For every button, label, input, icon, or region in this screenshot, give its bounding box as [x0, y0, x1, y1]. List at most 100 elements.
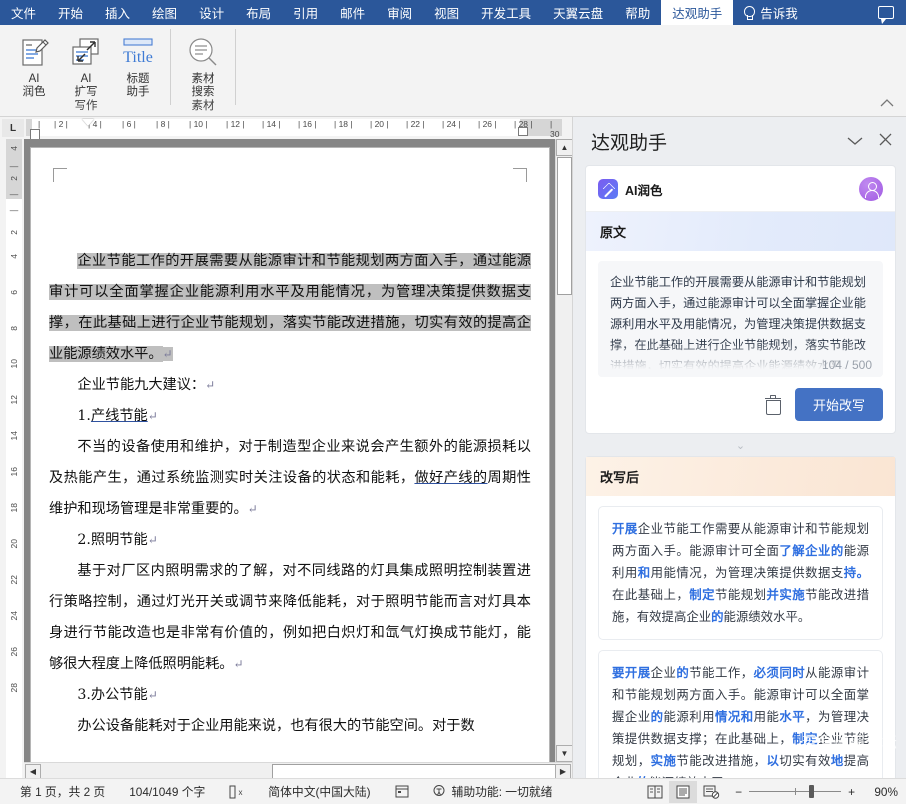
original-actions: 开始改写	[586, 377, 895, 433]
doc-text: 办公设备能耗对于企业用能来说，也有很大的节能空间。对于数	[77, 718, 475, 734]
ai-polish-button[interactable]: AI 润色	[8, 29, 60, 99]
document-vertical-scrollbar[interactable]: ▲ ▼	[555, 139, 573, 762]
right-indent-marker[interactable]	[518, 127, 528, 136]
word-count[interactable]: 104/1049 个字	[117, 783, 217, 800]
menu-tab-shitu[interactable]: 视图	[423, 0, 470, 25]
menu-tab-yinyong[interactable]: 引用	[282, 0, 329, 25]
chevron-down-icon[interactable]	[847, 134, 863, 149]
title-assistant-icon: Title	[118, 33, 158, 73]
scroll-down-button[interactable]: ▼	[556, 745, 573, 762]
document-canvas[interactable]: 企业节能工作的开展需要从能源审计和节能规划两方面入手，通过能源审计可以全面掌握企…	[24, 139, 572, 778]
title-assistant-button[interactable]: Title 标题 助手	[112, 29, 164, 99]
rewrite-result-2[interactable]: 要开展企业的节能工作，必须同时从能源审计和节能规划两方面入手。能源审计可以全面掌…	[598, 650, 883, 778]
user-avatar-icon[interactable]	[859, 177, 883, 201]
zoom-level[interactable]: 90%	[862, 785, 898, 799]
pilcrow-icon: ↵	[162, 347, 173, 361]
doc-paragraph-2[interactable]: 企业节能九大建议：↵	[49, 370, 531, 401]
doc-text: 3.办公节能	[77, 687, 148, 703]
start-rewrite-button[interactable]: 开始改写	[794, 388, 883, 421]
rewrite-result-text-1: 开展企业节能工作需要从能源审计和节能规划两方面入手。能源审计可全面了解企业的能源…	[612, 521, 870, 624]
doc-paragraph-5[interactable]: 2.照明节能↵	[49, 525, 531, 556]
menu-tab-sheji[interactable]: 设计	[188, 0, 235, 25]
doc-paragraph-4[interactable]: 不当的设备使用和维护，对于制造型企业来说会产生额外的能源损耗以及热能产生，通过系…	[49, 432, 531, 525]
zoom-slider-thumb[interactable]	[809, 785, 815, 798]
doc-paragraph-8[interactable]: 办公设备能耗对于企业用能来说，也有很大的节能空间。对于数	[49, 711, 531, 742]
dictionary-icon[interactable]	[383, 785, 421, 798]
menu-tab-charu[interactable]: 插入	[94, 0, 141, 25]
doc-paragraph-1[interactable]: 企业节能工作的开展需要从能源审计和节能规划两方面入手，通过能源审计可以全面掌握企…	[49, 246, 531, 370]
left-indent-marker[interactable]	[30, 129, 40, 139]
doc-text: 企业节能九大建议：	[77, 377, 206, 393]
menu-tab-youjian[interactable]: 邮件	[329, 0, 376, 25]
ribbon-separator-1	[170, 29, 171, 105]
print-layout-icon[interactable]	[669, 780, 698, 803]
tell-me-button[interactable]: 告诉我	[733, 0, 808, 25]
language-indicator[interactable]: 简体中文(中国大陆)	[256, 783, 382, 800]
ai-expand-button[interactable]: AI 扩写	[60, 29, 112, 99]
ai-polish-card: AI润色 原文 企业节能工作的开展需要从能源审计和节能规划两方面入手，通过能源审…	[585, 165, 896, 434]
ribbon-collapse-icon[interactable]	[880, 97, 894, 110]
menu-tab-tianyiyunpan[interactable]: 天翼云盘	[542, 0, 614, 25]
zoom-control[interactable]: − + 90%	[725, 785, 898, 799]
close-icon[interactable]	[879, 133, 892, 149]
menu-tab-buju[interactable]: 布局	[235, 0, 282, 25]
horizontal-ruler[interactable]: L | | 2 | | 4 | | 6 | | 8 | | 10 | | 12 …	[0, 117, 572, 139]
first-line-indent-marker[interactable]	[82, 119, 94, 126]
material-search-button[interactable]: 素材 搜索	[177, 29, 229, 99]
accessibility-label: 辅助功能: 一切就绪	[451, 785, 553, 799]
original-text-box[interactable]: 企业节能工作的开展需要从能源审计和节能规划两方面入手，通过能源审计可以全面掌握企…	[598, 261, 883, 377]
ai-polish-badge-icon	[598, 179, 618, 199]
horizontal-scrollbar-thumb[interactable]	[272, 764, 568, 779]
ai-polish-title: AI润色	[625, 183, 663, 198]
horizontal-ruler-track[interactable]: | | 2 | | 4 | | 6 | | 8 | | 10 | | 12 | …	[26, 119, 562, 139]
margin-corner-top-right	[513, 168, 527, 182]
zoom-out-button[interactable]: −	[735, 785, 742, 799]
doc-hyperlink-text[interactable]: 产线节能	[91, 408, 148, 424]
doc-hyperlink-text[interactable]: 做好产线的	[414, 470, 487, 486]
accessibility-status[interactable]: 辅助功能: 一切就绪	[421, 783, 565, 800]
panel-collapse-handle[interactable]: ⌄	[585, 441, 896, 452]
pilcrow-icon: ↵	[147, 688, 158, 702]
read-mode-icon[interactable]	[641, 781, 669, 803]
doc-text: 基于对厂区内照明需求的了解，对不同线路的灯具集成照明控制装置进行策略控制，通过灯…	[49, 563, 531, 672]
ai-polish-icon	[17, 33, 51, 73]
zoom-in-button[interactable]: +	[848, 785, 855, 799]
vertical-scrollbar-thumb[interactable]	[557, 157, 572, 295]
lightbulb-icon	[743, 5, 756, 20]
menu-tab-wenjian[interactable]: 文件	[0, 0, 47, 25]
material-search-icon	[186, 33, 220, 73]
tell-me-label: 告诉我	[760, 7, 798, 21]
scroll-right-button[interactable]: ▶	[555, 764, 571, 779]
menu-tab-daguan-assistant[interactable]: 达观助手	[661, 0, 734, 25]
zoom-slider[interactable]	[749, 785, 842, 798]
comment-icon[interactable]	[878, 6, 894, 24]
document-body[interactable]: 企业节能工作的开展需要从能源审计和节能规划两方面入手，通过能源审计可以全面掌握企…	[49, 246, 531, 742]
doc-paragraph-6[interactable]: 基于对厂区内照明需求的了解，对不同线路的灯具集成照明控制装置进行策略控制，通过灯…	[49, 556, 531, 680]
document-page[interactable]: 企业节能工作的开展需要从能源审计和节能规划两方面入手，通过能源审计可以全面掌握企…	[30, 147, 550, 778]
menu-tab-shenyue[interactable]: 审阅	[376, 0, 423, 25]
menu-tab-kaifagongju[interactable]: 开发工具	[470, 0, 542, 25]
menu-tab-bangzhu[interactable]: 帮助	[614, 0, 661, 25]
trash-icon[interactable]	[764, 395, 782, 415]
page-info[interactable]: 第 1 页，共 2 页	[8, 783, 117, 800]
doc-paragraph-3[interactable]: 1.产线节能↵	[49, 401, 531, 432]
doc-text: 1.	[77, 408, 91, 424]
ai-polish-card-header: AI润色	[586, 166, 895, 212]
proofing-icon[interactable]: x	[217, 785, 256, 799]
rewrite-result-1[interactable]: 开展企业节能工作需要从能源审计和节能规划两方面入手。能源审计可全面了解企业的能源…	[598, 506, 883, 640]
menu-tab-kaishi[interactable]: 开始	[47, 0, 94, 25]
tab-stop-selector[interactable]: L	[2, 119, 24, 137]
doc-paragraph-7[interactable]: 3.办公节能↵	[49, 680, 531, 711]
ribbon: AI 润色 AI 扩写 Title 标题 助手 写作 素材 搜索 素材	[0, 25, 906, 117]
menu-tab-huitu[interactable]: 绘图	[141, 0, 188, 25]
ai-expand-label-1: AI	[80, 73, 92, 85]
scroll-left-button[interactable]: ◀	[25, 764, 41, 779]
svg-text:x: x	[239, 788, 243, 797]
ribbon-group-writing-label: 写作	[74, 100, 98, 112]
scroll-up-button[interactable]: ▲	[556, 139, 573, 156]
rewritten-card: 改写后 开展企业节能工作需要从能源审计和节能规划两方面入手。能源审计可全面了解企…	[585, 456, 896, 778]
material-search-label-1: 素材	[191, 73, 215, 85]
web-layout-icon[interactable]	[697, 781, 725, 803]
vertical-ruler[interactable]: 4 — 2 — — 2 4 6 8 10 12 14 16 18 20 22 2…	[0, 139, 24, 778]
panel-scroll-region[interactable]: AI润色 原文 企业节能工作的开展需要从能源审计和节能规划两方面入手，通过能源审…	[573, 165, 906, 778]
